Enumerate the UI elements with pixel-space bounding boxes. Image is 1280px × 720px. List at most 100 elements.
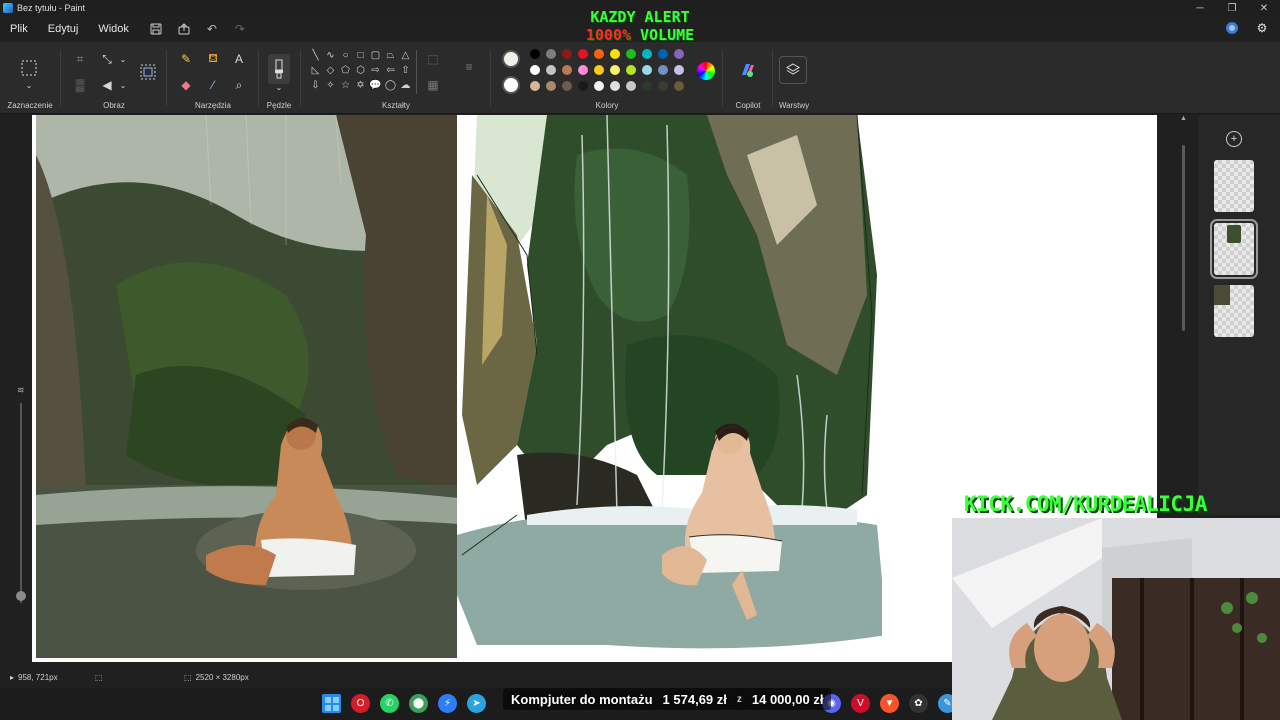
messenger-icon[interactable]: ⚡ <box>438 694 457 713</box>
telegram-icon[interactable]: ➤ <box>467 694 486 713</box>
brushes-dropdown-chevron-icon[interactable]: ⌄ <box>270 78 288 96</box>
left-arrow-shape-icon[interactable]: ⇦ <box>383 63 398 78</box>
save-icon[interactable] <box>145 18 167 40</box>
color-swatch[interactable] <box>546 81 556 91</box>
color-swatch[interactable] <box>578 81 588 91</box>
cloud-callout-shape-icon[interactable]: ☁ <box>398 78 413 93</box>
color-swatch[interactable] <box>642 65 652 75</box>
color-swatch[interactable] <box>530 65 540 75</box>
selection-dropdown-chevron-icon[interactable]: ⌄ <box>20 76 38 94</box>
magnifier-icon[interactable]: ⌕ <box>230 76 248 94</box>
up-arrow-shape-icon[interactable]: ⇧ <box>398 63 413 78</box>
secondary-color-swatch[interactable] <box>502 76 520 94</box>
color-swatch[interactable] <box>546 65 556 75</box>
right-triangle-shape-icon[interactable]: ◺ <box>308 63 323 78</box>
color-swatch[interactable] <box>578 49 588 59</box>
copilot-icon[interactable] <box>739 61 757 79</box>
rounded-rectangle-shape-icon[interactable]: ▢ <box>368 48 383 63</box>
vivaldi-icon[interactable]: V <box>851 694 870 713</box>
edit-colors-wheel-icon[interactable] <box>697 62 715 80</box>
curve-shape-icon[interactable]: ∿ <box>323 48 338 63</box>
color-swatch[interactable] <box>626 81 636 91</box>
whatsapp-icon[interactable]: ✆ <box>380 694 399 713</box>
menu-view[interactable]: Widok <box>88 23 139 35</box>
settings-gear-icon[interactable]: ⚙ <box>1254 20 1270 36</box>
rectangle-shape-icon[interactable]: □ <box>353 48 368 63</box>
chatgpt-icon[interactable]: ✿ <box>909 694 928 713</box>
color-swatch[interactable] <box>594 65 604 75</box>
color-swatch[interactable] <box>658 49 668 59</box>
five-point-star-shape-icon[interactable]: ☆ <box>338 78 353 93</box>
green-app-icon[interactable]: ⬤ <box>409 694 428 713</box>
hexagon-shape-icon[interactable]: ⬡ <box>353 63 368 78</box>
rotate-dropdown-chevron-icon[interactable]: ⌄ <box>114 76 132 94</box>
color-swatch[interactable] <box>610 49 620 59</box>
pentagon-shape-icon[interactable]: ⬠ <box>338 63 353 78</box>
color-swatch[interactable] <box>562 65 572 75</box>
color-swatch[interactable] <box>658 81 668 91</box>
zoom-slider-thumb[interactable] <box>16 591 26 601</box>
color-swatch[interactable] <box>642 49 652 59</box>
color-swatch[interactable] <box>626 65 636 75</box>
opera-icon[interactable]: O <box>351 694 370 713</box>
color-swatch[interactable] <box>642 81 652 91</box>
shape-outline-icon[interactable]: ⬚ <box>424 50 442 68</box>
shape-fill-icon[interactable]: ▦ <box>424 76 442 94</box>
triangle-shape-icon[interactable]: △ <box>398 48 413 63</box>
zoom-slider[interactable]: ≋ <box>12 385 30 625</box>
windows-start-icon[interactable] <box>322 694 341 713</box>
color-swatch[interactable] <box>578 65 588 75</box>
color-swatch[interactable] <box>594 81 604 91</box>
text-tool-icon[interactable]: A <box>230 50 248 68</box>
scroll-up-arrow-icon[interactable]: ▲ <box>1180 115 1187 122</box>
oval-shape-icon[interactable]: ○ <box>338 48 353 63</box>
primary-color-swatch[interactable] <box>502 50 520 68</box>
fill-bucket-icon[interactable]: ⛾ <box>204 50 222 68</box>
pencil-icon[interactable]: ✎ <box>177 50 195 68</box>
menu-file[interactable]: Plik <box>0 23 38 35</box>
layers-toggle-button[interactable] <box>779 56 807 84</box>
account-icon[interactable] <box>1224 20 1240 36</box>
four-point-star-shape-icon[interactable]: ✧ <box>323 78 338 93</box>
eraser-icon[interactable]: ◆ <box>177 76 195 94</box>
maximize-button[interactable]: ❐ <box>1216 0 1248 16</box>
minimize-button[interactable]: ─ <box>1184 0 1216 16</box>
close-button[interactable]: ✕ <box>1248 0 1280 16</box>
image-select-icon[interactable] <box>138 62 158 82</box>
color-swatch[interactable] <box>546 49 556 59</box>
color-swatch[interactable] <box>610 81 620 91</box>
down-arrow-shape-icon[interactable]: ⇩ <box>308 78 323 93</box>
oval-callout-shape-icon[interactable]: ◯ <box>383 78 398 93</box>
scrollbar-thumb[interactable] <box>1182 145 1185 331</box>
undo-icon[interactable]: ↶ <box>201 18 223 40</box>
color-swatch[interactable] <box>594 49 604 59</box>
color-swatch[interactable] <box>674 49 684 59</box>
crop-icon[interactable]: ⌗ <box>71 50 89 68</box>
layer-thumbnail-selected[interactable] <box>1210 219 1258 279</box>
color-swatch[interactable] <box>610 65 620 75</box>
color-swatch[interactable] <box>674 65 684 75</box>
layer-thumbnail[interactable] <box>1214 160 1254 212</box>
redo-icon[interactable]: ↷ <box>229 18 251 40</box>
vertical-scrollbar[interactable]: ▲ <box>1180 115 1188 335</box>
color-swatch[interactable] <box>562 49 572 59</box>
menu-edit[interactable]: Edytuj <box>38 23 89 35</box>
color-swatch[interactable] <box>626 49 636 59</box>
share-icon[interactable] <box>173 18 195 40</box>
color-picker-icon[interactable]: ⁄ <box>204 76 222 94</box>
color-swatch[interactable] <box>530 49 540 59</box>
speech-bubble-shape-icon[interactable]: 💬 <box>368 78 383 93</box>
polygon-shape-icon[interactable]: ⏢ <box>383 48 398 63</box>
color-swatch[interactable] <box>658 65 668 75</box>
resize-dropdown-chevron-icon[interactable]: ⌄ <box>114 50 132 68</box>
brave-icon[interactable]: ▼ <box>880 694 899 713</box>
remove-background-icon[interactable]: ▒ <box>71 76 89 94</box>
six-point-star-shape-icon[interactable]: ✡ <box>353 78 368 93</box>
add-layer-plus-icon[interactable]: + <box>1226 131 1242 147</box>
shape-size-icon[interactable]: ≡ <box>460 58 478 76</box>
line-shape-icon[interactable]: ╲ <box>308 48 323 63</box>
right-arrow-shape-icon[interactable]: ⇨ <box>368 63 383 78</box>
color-swatch[interactable] <box>562 81 572 91</box>
color-swatch[interactable] <box>674 81 684 91</box>
select-rectangle-icon[interactable] <box>19 58 39 78</box>
